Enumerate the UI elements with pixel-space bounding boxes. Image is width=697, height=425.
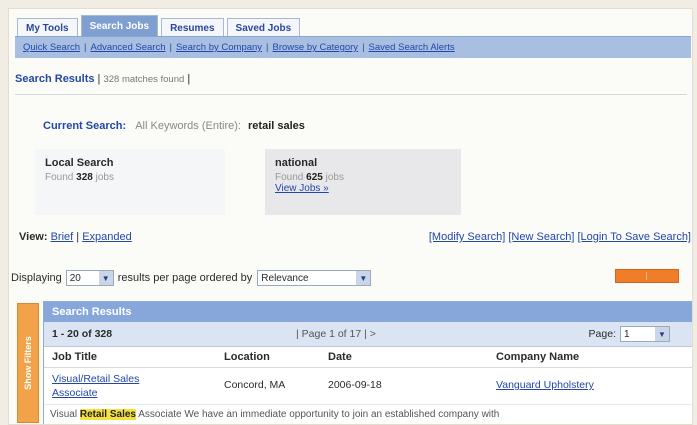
chevron-down-icon: ▼: [655, 327, 669, 341]
show-filters-tab[interactable]: Show Filters: [17, 303, 39, 423]
orange-button[interactable]: [615, 269, 679, 283]
results-title: Search Results: [15, 73, 95, 85]
national-found: Found 625 jobs: [275, 172, 451, 183]
local-search-title: Local Search: [45, 157, 114, 169]
col-job-title[interactable]: Job Title: [52, 351, 97, 363]
job-title-link-cont[interactable]: Associate: [52, 387, 98, 399]
search-term: retail sales: [248, 120, 305, 132]
national-suffix: jobs: [325, 172, 344, 183]
show-filters-label: Show Filters: [23, 336, 34, 390]
browse-by-category-link[interactable]: Browse by Category: [273, 42, 359, 53]
sub-navigation: Quick Search | Advanced Search | Search by…: [15, 36, 691, 58]
table-row: Visual/Retail Sales Associate Concord, M…: [44, 368, 692, 405]
national-count: 625: [306, 172, 323, 183]
tab-saved-jobs[interactable]: Saved Jobs: [226, 18, 301, 37]
location-cell: Concord, MA: [224, 379, 286, 391]
local-found-prefix: Found: [45, 172, 74, 183]
current-search: Current Search: All Keywords (Entire): r…: [43, 120, 305, 132]
tab-resumes[interactable]: Resumes: [161, 18, 224, 37]
view-row: View: Brief | Expanded [Modify Search] […: [19, 231, 691, 243]
per-page-select[interactable]: 20 ▼: [65, 270, 114, 286]
local-suffix: jobs: [95, 172, 114, 183]
tab-bar: My Tools Search Jobs Resumes Saved Jobs: [17, 13, 303, 37]
order-value: Relevance: [261, 272, 309, 284]
company-cell: Vanguard Upholstery: [496, 379, 594, 391]
desc-rest: Associate We have an immediate opportuni…: [138, 409, 500, 420]
search-by-company-link[interactable]: Search by Company: [176, 42, 262, 53]
tab-my-tools[interactable]: My Tools: [17, 18, 78, 37]
chevron-down-icon: ▼: [356, 271, 371, 285]
order-label: results per page ordered by: [117, 272, 253, 284]
display-options: Displaying 20 ▼ results per page ordered…: [11, 270, 372, 286]
desc-prefix: Visual: [50, 409, 78, 420]
page-info[interactable]: | Page 1 of 17 | >: [296, 328, 376, 340]
login-save-search-link[interactable]: [Login To Save Search]: [577, 231, 691, 243]
job-title-link[interactable]: Visual/Retail Sales: [52, 373, 139, 385]
brief-view-link[interactable]: Brief: [51, 231, 74, 243]
company-link[interactable]: Vanguard Upholstery: [496, 379, 594, 391]
page-selector: Page: 1 ▼: [589, 326, 670, 342]
page-frame: My Tools Search Jobs Resumes Saved Jobs …: [8, 8, 693, 425]
results-range: 1 - 20 of 328: [52, 328, 113, 340]
quick-search-link[interactable]: Quick Search: [23, 42, 80, 53]
tab-search-jobs[interactable]: Search Jobs: [80, 15, 159, 37]
table-header: Job Title Location Date Company Name: [44, 347, 692, 368]
job-description: Visual Retail Sales Associate We have an…: [44, 405, 692, 424]
col-location[interactable]: Location: [224, 351, 270, 363]
results-count: 328 matches found: [103, 74, 185, 85]
search-actions: [Modify Search] [New Search] [Login To S…: [429, 231, 691, 243]
divider: [15, 94, 687, 95]
local-found: Found 328 jobs: [45, 172, 215, 183]
page-select[interactable]: 1 ▼: [620, 326, 670, 342]
view-label: View:: [19, 231, 48, 243]
new-search-link[interactable]: [New Search]: [508, 231, 574, 243]
saved-search-alerts-link[interactable]: Saved Search Alerts: [369, 42, 455, 53]
expanded-view-link[interactable]: Expanded: [82, 231, 132, 243]
pager-bar: 1 - 20 of 328 | Page 1 of 17 | > Page: 1…: [44, 322, 692, 347]
date-cell: 2006-09-18: [328, 379, 382, 391]
order-by-select[interactable]: Relevance ▼: [257, 270, 372, 286]
keywords-label: All Keywords (Entire):: [135, 120, 241, 132]
chevron-down-icon: ▼: [98, 271, 113, 285]
advanced-search-link[interactable]: Advanced Search: [91, 42, 166, 53]
search-results-panel: Search Results 1 - 20 of 328 | Page 1 of…: [43, 301, 692, 424]
page-label: Page:: [588, 328, 616, 340]
results-heading: Search Results | 328 matches found |: [15, 73, 191, 85]
desc-highlight: Retail Sales: [79, 409, 136, 420]
current-search-label: Current Search:: [43, 120, 127, 132]
national-found-prefix: Found: [275, 172, 304, 183]
col-company[interactable]: Company Name: [496, 351, 579, 363]
national-search-box: national Found 625 jobs View Jobs »: [265, 149, 461, 215]
displaying-label: Displaying: [11, 272, 62, 284]
modify-search-link[interactable]: [Modify Search]: [429, 231, 505, 243]
job-title-cell: Visual/Retail Sales Associate: [52, 372, 139, 400]
panel-title: Search Results: [44, 302, 692, 322]
local-count: 328: [76, 172, 93, 183]
view-jobs-link[interactable]: View Jobs »: [275, 183, 329, 194]
col-date[interactable]: Date: [328, 351, 352, 363]
national-search-title: national: [275, 157, 318, 169]
local-search-box: Local Search Found 328 jobs: [35, 149, 225, 215]
per-page-value: 20: [69, 272, 81, 284]
page-value: 1: [624, 328, 630, 340]
